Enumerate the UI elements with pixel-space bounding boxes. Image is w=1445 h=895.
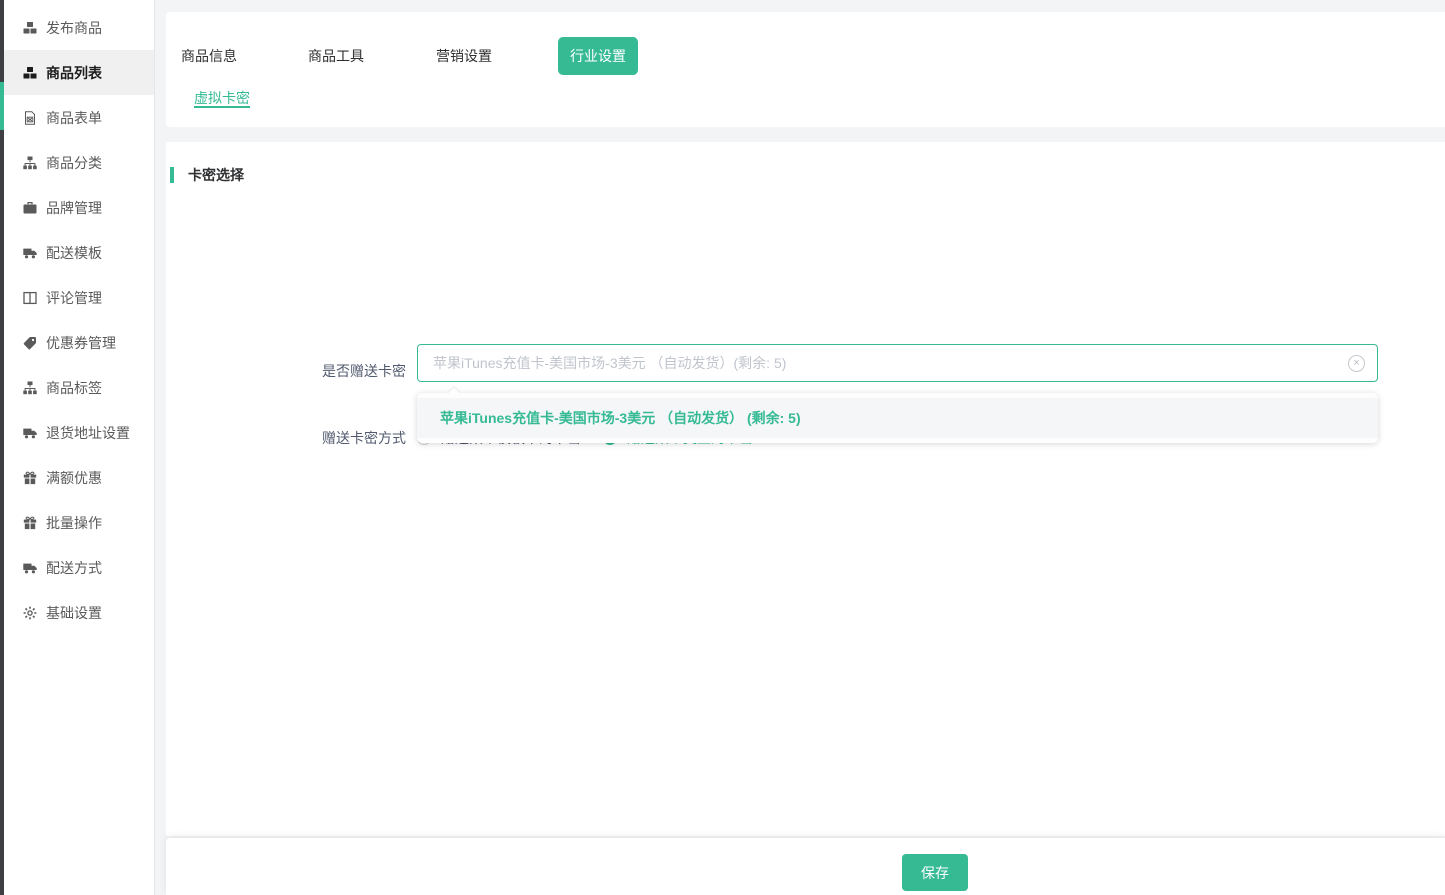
- columns-icon: [23, 291, 37, 305]
- sidebar-item-label: 品牌管理: [46, 198, 102, 218]
- sitemap-icon: [23, 156, 37, 170]
- sidebar-item-label: 满额优惠: [46, 468, 102, 488]
- briefcase-icon: [23, 201, 37, 215]
- sidebar-item-label: 商品表单: [46, 108, 102, 128]
- sidebar-item-coupon-management[interactable]: 优惠券管理: [4, 320, 154, 365]
- dropdown-option[interactable]: 苹果iTunes充值卡-美国市场-3美元 （自动发货） (剩余: 5): [417, 398, 1378, 438]
- sidebar-item-batch-operations[interactable]: 批量操作: [4, 500, 154, 545]
- sidebar-item-label: 商品分类: [46, 153, 102, 173]
- gift-icon: [23, 516, 37, 530]
- sidebar-item-label: 评论管理: [46, 288, 102, 308]
- sidebar: 发布商品 商品列表 商品表单 商品分类 品牌管理 配送模板 评论管理 优惠券管理…: [4, 0, 155, 895]
- cubes-icon: [23, 21, 37, 35]
- card-select-dropdown: 苹果iTunes充值卡-美国市场-3美元 （自动发货） (剩余: 5): [417, 393, 1378, 443]
- card-select-input[interactable]: 苹果iTunes充值卡-美国市场-3美元 （自动发货）(剩余: 5) ×: [417, 344, 1378, 382]
- sitemap-icon: [23, 381, 37, 395]
- circle-x-icon[interactable]: ×: [1348, 355, 1365, 372]
- sidebar-item-delivery-method[interactable]: 配送方式: [4, 545, 154, 590]
- sidebar-item-label: 基础设置: [46, 603, 102, 623]
- sidebar-item-label: 优惠券管理: [46, 333, 116, 353]
- tab-marketing-settings[interactable]: 营销设置: [436, 46, 492, 66]
- sidebar-item-product-list[interactable]: 商品列表: [4, 50, 154, 95]
- sidebar-item-label: 商品标签: [46, 378, 102, 398]
- file-form-icon: [23, 111, 37, 125]
- gift-method-label: 赠送卡密方式: [166, 429, 406, 447]
- truck-icon: [23, 246, 37, 260]
- sidebar-item-publish-product[interactable]: 发布商品: [4, 5, 154, 50]
- sidebar-item-brand-management[interactable]: 品牌管理: [4, 185, 154, 230]
- sidebar-item-basic-settings[interactable]: 基础设置: [4, 590, 154, 635]
- footer-bar: 保存: [166, 838, 1445, 895]
- gift-question-label: 是否赠送卡密: [166, 362, 406, 380]
- section-header: 卡密选择: [170, 165, 244, 185]
- section-title: 卡密选择: [188, 165, 244, 185]
- dropdown-arrow-notch: [448, 387, 459, 398]
- sidebar-item-delivery-template[interactable]: 配送模板: [4, 230, 154, 275]
- tag-icon: [23, 336, 37, 350]
- sidebar-item-product-form[interactable]: 商品表单: [4, 95, 154, 140]
- content-panel: 卡密选择 是否赠送卡密 是 否 赠送卡密方式 赠送某个模板下的卡密 赠送某个类型…: [166, 142, 1445, 836]
- tab-product-tools[interactable]: 商品工具: [308, 46, 364, 66]
- truck-icon: [23, 561, 37, 575]
- save-button[interactable]: 保存: [902, 854, 968, 891]
- tab-bar-panel: 商品信息 商品工具 营销设置 行业设置 虚拟卡密: [166, 12, 1445, 127]
- sidebar-item-return-address-settings[interactable]: 退货地址设置: [4, 410, 154, 455]
- sidebar-item-comment-management[interactable]: 评论管理: [4, 275, 154, 320]
- subtab-virtual-card[interactable]: 虚拟卡密: [194, 88, 250, 108]
- section-accent-bar: [170, 167, 174, 183]
- tab-product-info[interactable]: 商品信息: [181, 46, 237, 66]
- sidebar-item-label: 批量操作: [46, 513, 102, 533]
- sidebar-item-label: 退货地址设置: [46, 423, 130, 443]
- gear-icon: [23, 606, 37, 620]
- card-select-placeholder: 苹果iTunes充值卡-美国市场-3美元 （自动发货）(剩余: 5): [433, 353, 1348, 373]
- sidebar-item-product-category[interactable]: 商品分类: [4, 140, 154, 185]
- gift-icon: [23, 471, 37, 485]
- sidebar-item-label: 配送模板: [46, 243, 102, 263]
- sidebar-item-label: 发布商品: [46, 18, 102, 38]
- cubes-icon: [23, 66, 37, 80]
- tab-industry-settings[interactable]: 行业设置: [558, 37, 638, 75]
- sidebar-item-label: 商品列表: [46, 63, 102, 83]
- sidebar-item-full-amount-discount[interactable]: 满额优惠: [4, 455, 154, 500]
- truck-icon: [23, 426, 37, 440]
- sidebar-item-label: 配送方式: [46, 558, 102, 578]
- sidebar-item-product-tags[interactable]: 商品标签: [4, 365, 154, 410]
